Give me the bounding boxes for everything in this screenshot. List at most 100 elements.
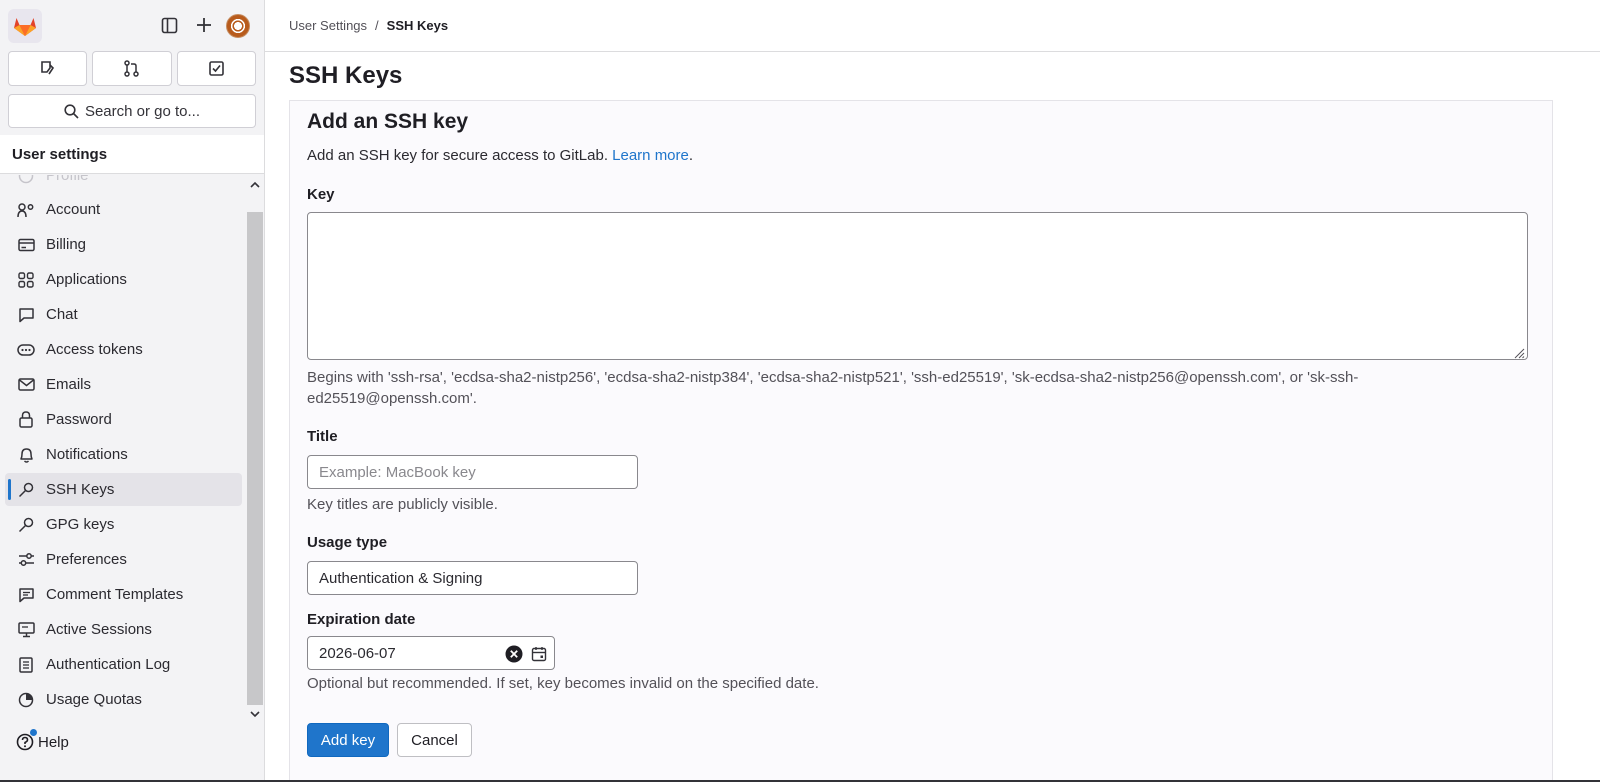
sidebar-item-billing[interactable]: Billing [5, 228, 242, 261]
sidebar-item-profile[interactable]: Profile [5, 175, 242, 192]
sidebar-nav: Profile Account Billing Applications Cha… [0, 175, 246, 725]
sidebar-item-label: Profile [46, 175, 89, 184]
mail-icon [17, 376, 35, 394]
quick-actions [8, 51, 256, 87]
description-text: Add an SSH key for secure access to GitL… [307, 147, 608, 164]
lock-icon [17, 411, 35, 429]
sidebar-item-gpg-keys[interactable]: GPG keys [5, 508, 242, 541]
sidebar-item-authentication-log[interactable]: Authentication Log [5, 648, 242, 681]
add-ssh-key-panel: Add an SSH key Add an SSH key for secure… [289, 100, 1553, 782]
quota-icon [17, 691, 35, 709]
comment-icon [17, 586, 35, 604]
sidebar-item-label: GPG keys [46, 516, 115, 533]
breadcrumb-parent-link[interactable]: User Settings [289, 18, 367, 33]
sidebar-item-label: Usage Quotas [46, 691, 142, 708]
scroll-up-icon[interactable] [247, 176, 263, 192]
sidebar-toggle-icon[interactable] [158, 14, 180, 36]
breadcrumb-current[interactable]: SSH Keys [387, 18, 448, 33]
key-icon [17, 481, 35, 499]
sidebar-item-label: Applications [46, 271, 127, 288]
billing-icon [17, 236, 35, 254]
sidebar-item-preferences[interactable]: Preferences [5, 543, 242, 576]
title-input[interactable] [307, 455, 638, 489]
sidebar-top [0, 0, 264, 52]
sidebar-item-notifications[interactable]: Notifications [5, 438, 242, 471]
sidebar-item-label: Active Sessions [46, 621, 152, 638]
title-label: Title [307, 428, 338, 445]
breadcrumb: User Settings / SSH Keys [265, 0, 1600, 52]
form-description: Add an SSH key for secure access to GitL… [307, 147, 693, 164]
sidebar-item-label: Account [46, 201, 101, 218]
sidebar-item-access-tokens[interactable]: Access tokens [5, 333, 242, 366]
gitlab-logo-icon[interactable] [8, 9, 42, 43]
monitor-icon [17, 621, 35, 639]
help-button[interactable]: Help [16, 729, 69, 751]
search-icon [64, 103, 79, 119]
sidebar-item-comment-templates[interactable]: Comment Templates [5, 578, 242, 611]
sidebar-item-ssh-keys[interactable]: SSH Keys [5, 473, 242, 506]
search-label: Search or go to... [84, 102, 201, 120]
expiration-date-input[interactable]: 2026-06-07 [307, 636, 555, 670]
expiration-help-text: Optional but recommended. If set, key be… [307, 675, 819, 692]
title-help-text: Key titles are publicly visible. [307, 496, 498, 513]
sidebar-scrollbar-thumb[interactable] [247, 212, 263, 705]
expiration-date-label: Expiration date [307, 611, 416, 628]
app-root: Search or go to... User settings Profile… [0, 0, 1600, 782]
scroll-down-icon[interactable] [247, 706, 263, 722]
issues-button[interactable] [8, 51, 88, 86]
description-period: . [688, 147, 694, 164]
sidebar-item-usage-quotas[interactable]: Usage Quotas [5, 683, 242, 716]
issues-icon [41, 61, 55, 75]
merge-request-icon [124, 60, 140, 77]
page-title: SSH Keys [289, 62, 403, 89]
add-key-button[interactable]: Add key [307, 723, 389, 757]
avatar[interactable] [226, 14, 250, 38]
usage-type-value: Authentication & Signing [319, 569, 483, 587]
usage-type-label: Usage type [307, 534, 388, 551]
applications-icon [17, 271, 35, 289]
plus-icon[interactable] [193, 14, 215, 36]
key-icon [17, 516, 35, 534]
breadcrumb-separator: / [375, 18, 379, 33]
sidebar-item-label: SSH Keys [46, 481, 115, 498]
sidebar-item-label: Billing [46, 236, 87, 253]
cancel-button[interactable]: Cancel [397, 723, 472, 757]
sidebar-item-label: Access tokens [46, 341, 143, 358]
help-icon [16, 729, 37, 751]
account-icon [17, 201, 35, 219]
sidebar-item-password[interactable]: Password [5, 403, 242, 436]
search-button[interactable]: Search or go to... [8, 94, 256, 128]
learn-more-link[interactable]: Learn more [612, 147, 689, 164]
sidebar-header: User settings [0, 135, 264, 174]
help-label: Help [38, 733, 69, 751]
resize-handle-icon[interactable] [1513, 347, 1525, 359]
usage-type-select[interactable]: Authentication & Signing [307, 561, 638, 595]
calendar-icon[interactable] [530, 645, 548, 663]
chat-icon [17, 306, 35, 324]
sidebar-item-label: Notifications [46, 446, 128, 463]
clear-icon[interactable] [505, 645, 523, 663]
sidebar-item-applications[interactable]: Applications [5, 263, 242, 296]
key-help-text: Begins with 'ssh-rsa', 'ecdsa-sha2-nistp… [307, 369, 1359, 407]
sidebar-item-label: Chat [46, 306, 78, 323]
todo-button[interactable] [176, 51, 256, 86]
log-icon [17, 656, 35, 674]
form-title: Add an SSH key [307, 110, 469, 133]
sidebar: Search or go to... User settings Profile… [0, 0, 265, 782]
sidebar-item-label: Authentication Log [46, 656, 171, 673]
todo-icon [209, 61, 224, 76]
sidebar-item-label: Preferences [46, 551, 127, 568]
key-textarea[interactable] [307, 212, 1528, 360]
sidebar-item-emails[interactable]: Emails [5, 368, 242, 401]
sidebar-item-active-sessions[interactable]: Active Sessions [5, 613, 242, 646]
preferences-icon [17, 551, 35, 569]
sidebar-item-account[interactable]: Account [5, 193, 242, 226]
merge-requests-button[interactable] [92, 51, 172, 86]
sidebar-item-label: Comment Templates [46, 586, 184, 603]
sidebar-item-chat[interactable]: Chat [5, 298, 242, 331]
bell-icon [17, 446, 35, 464]
notification-dot [30, 729, 37, 736]
sidebar-item-label: Emails [46, 376, 92, 393]
profile-icon [17, 175, 35, 185]
sidebar-item-label: Password [46, 411, 112, 428]
